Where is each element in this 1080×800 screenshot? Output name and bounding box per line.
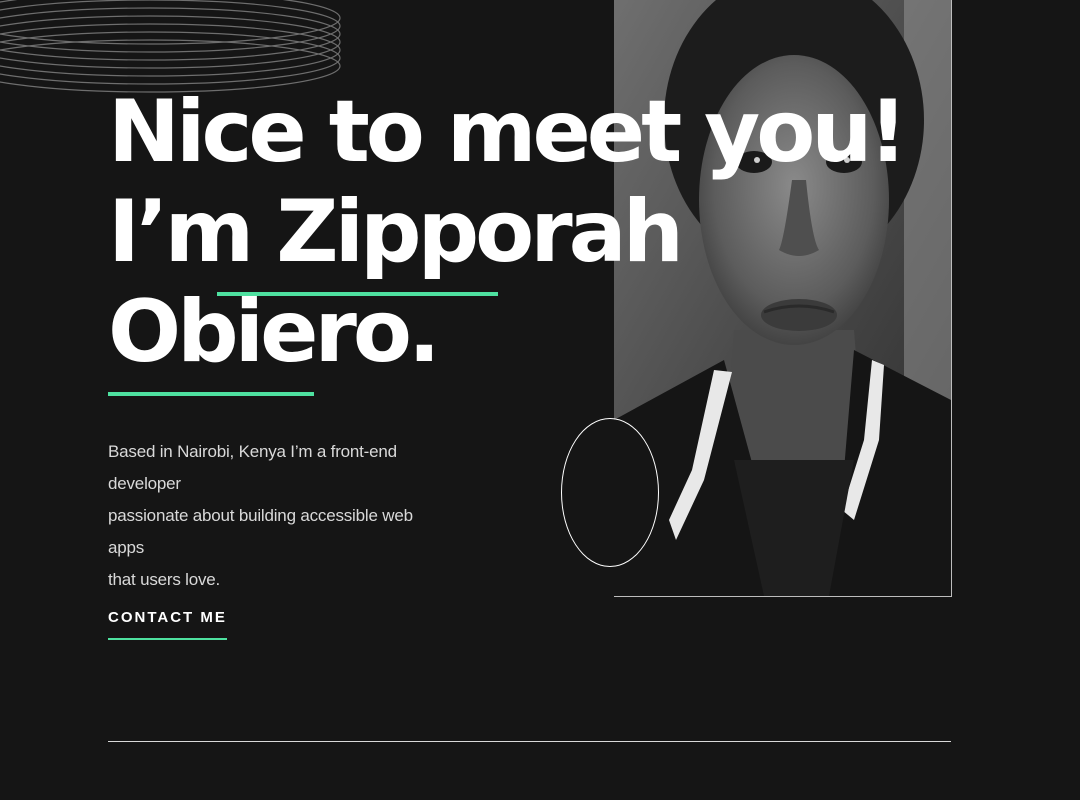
bio-line-2: passionate about building accessible web… (108, 506, 413, 557)
headline-line-2: I’m Zipporah (108, 182, 684, 282)
decorative-circle (561, 418, 659, 567)
headline-line-1: Nice to meet you! (108, 82, 908, 182)
name-underline (217, 292, 498, 296)
headline-line-3: Obiero. (108, 282, 441, 382)
section-divider (108, 741, 951, 742)
contact-me-link[interactable]: CONTACT ME (108, 609, 227, 640)
bio-line-1: Based in Nairobi, Kenya I’m a front-end … (108, 442, 397, 493)
bio-line-3: that users love. (108, 570, 221, 589)
portfolio-hero-page: Nice to meet you! I’m Zipporah Obiero. B… (0, 0, 1080, 800)
hero-headline: Nice to meet you! I’m Zipporah Obiero. (108, 82, 908, 382)
surname-underline (108, 392, 314, 396)
bio-text: Based in Nairobi, Kenya I’m a front-end … (108, 436, 448, 596)
